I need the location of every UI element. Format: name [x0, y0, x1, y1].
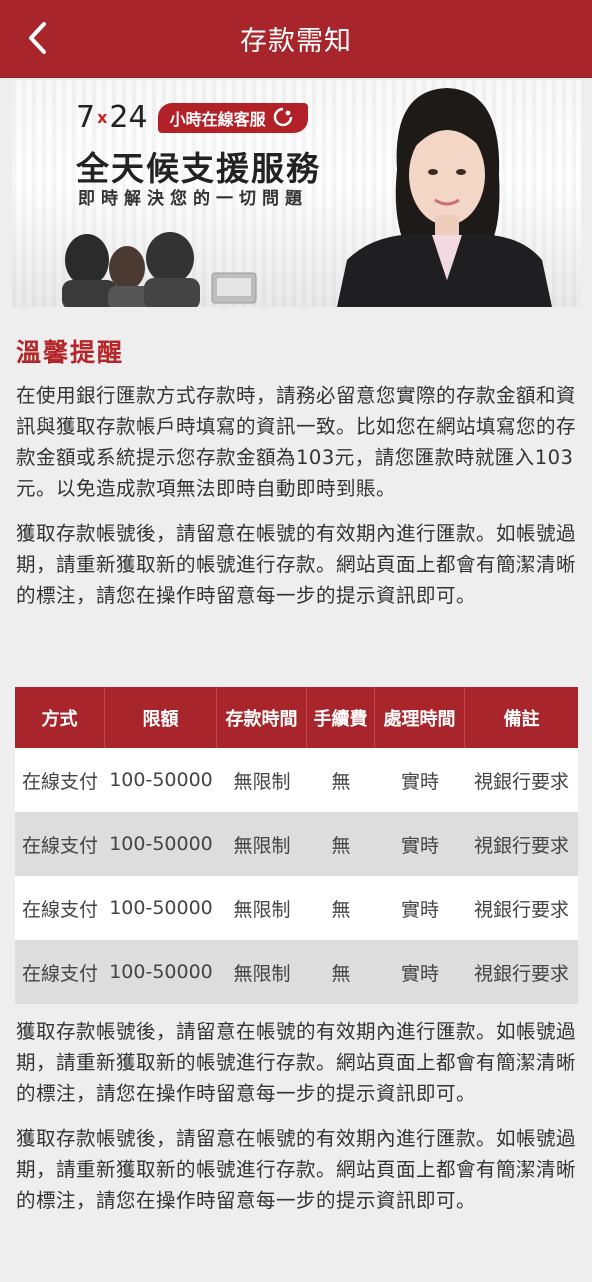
banner-x: x — [97, 108, 108, 127]
banner-headline: 全天候支援服務 — [76, 149, 321, 188]
table-header-row: 方式 限額 存款時間 手續費 處理時間 備註 — [15, 687, 578, 748]
footer-note-paragraph: 獲取存款帳號後，請留意在帳號的有效期內進行匯款。如帳號過期，請重新獲取新的帳號進… — [16, 1020, 577, 1105]
call-center-staff-image — [62, 232, 257, 307]
headset-icon — [273, 107, 292, 126]
banner-24: 24 — [109, 100, 148, 135]
table-header-cell: 備註 — [503, 708, 540, 730]
table-cell-remark: 視銀行要求 — [473, 962, 569, 985]
chevron-left-icon — [29, 22, 46, 54]
table-cell-limit: 100-50000 — [109, 833, 213, 855]
banner-subheadline: 即時解決您的一切問題 — [78, 189, 308, 209]
table-cell-limit: 100-50000 — [109, 961, 213, 983]
table-cell-deposit-time: 無限制 — [233, 770, 291, 793]
table-cell-remark: 視銀行要求 — [473, 898, 569, 921]
table-cell-processing-time: 實時 — [400, 770, 439, 793]
table-header-cell: 處理時間 — [375, 687, 465, 748]
table-header-cell: 方式 — [15, 687, 105, 748]
customer-service-banner: 7 x 24 小時在線客服 全天候支援服務 即時解決您的一切問題 — [12, 80, 581, 307]
table-cell-processing-time: 實時 — [400, 834, 439, 857]
banner-online-service-pill: 小時在線客服 — [157, 102, 308, 133]
table-cell-method: 在線支付 — [21, 834, 98, 857]
table-row: 在線支付 100-50000 無限制 無 實時 視銀行要求 — [15, 876, 578, 940]
table-cell-remark: 視銀行要求 — [473, 834, 569, 857]
table-header-cell: 限額 — [105, 687, 217, 748]
table-header-cell: 存款時間 — [217, 687, 307, 748]
notice-paragraph: 獲取存款帳號後，請留意在帳號的有效期內進行匯款。如帳號過期，請重新獲取新的帳號進… — [16, 522, 577, 607]
table-cell-fee: 無 — [331, 770, 351, 793]
footer-notes-section: 獲取存款帳號後，請留意在帳號的有效期內進行匯款。如帳號過期，請重新獲取新的帳號進… — [16, 1016, 578, 1216]
table-cell-processing-time: 實時 — [400, 962, 439, 985]
notice-section: 溫馨提醒 在使用銀行匯款方式存款時，請務必留意您實際的存款金額和資訊與獲取存款帳… — [16, 338, 578, 611]
table-cell-method: 在線支付 — [21, 898, 98, 921]
notice-paragraph: 在使用銀行匯款方式存款時，請務必留意您實際的存款金額和資訊與獲取存款帳戶時填寫的… — [16, 384, 577, 500]
table-cell-remark: 視銀行要求 — [473, 770, 569, 793]
table-cell-deposit-time: 無限制 — [233, 834, 291, 857]
table-cell-deposit-time: 無限制 — [233, 898, 291, 921]
back-button[interactable] — [18, 16, 58, 60]
table-cell-fee: 無 — [331, 834, 351, 857]
table-row: 在線支付 100-50000 無限制 無 實時 視銀行要求 — [15, 812, 578, 876]
table-cell-method: 在線支付 — [21, 962, 98, 985]
table-cell-fee: 無 — [331, 898, 351, 921]
table-cell-limit: 100-50000 — [109, 897, 213, 919]
table-cell-fee: 無 — [331, 962, 351, 985]
table-header-cell: 手續費 — [307, 687, 375, 748]
table-cell-method: 在線支付 — [21, 770, 98, 793]
banner-pill-text: 小時在線客服 — [169, 109, 266, 129]
table-cell-limit: 100-50000 — [109, 769, 213, 791]
banner-seven: 7 — [76, 100, 96, 135]
page-title: 存款需知 — [240, 26, 352, 57]
table-row: 在線支付 100-50000 無限制 無 實時 視銀行要求 — [15, 940, 578, 1004]
table-cell-processing-time: 實時 — [400, 898, 439, 921]
table-cell-deposit-time: 無限制 — [233, 962, 291, 985]
footer-note-paragraph: 獲取存款帳號後，請留意在帳號的有效期內進行匯款。如帳號過期，請重新獲取新的帳號進… — [16, 1127, 577, 1212]
top-bar: 存款需知 — [0, 0, 592, 78]
deposit-methods-table: 方式 限額 存款時間 手續費 處理時間 備註 在線支付 100-50000 無限… — [15, 687, 578, 1004]
table-row: 在線支付 100-50000 無限制 無 實時 視銀行要求 — [15, 748, 578, 812]
notice-title: 溫馨提醒 — [16, 338, 125, 367]
customer-service-agent-image — [337, 88, 552, 307]
banner-service-hours: 7 x 24 小時在線客服 — [76, 100, 308, 135]
